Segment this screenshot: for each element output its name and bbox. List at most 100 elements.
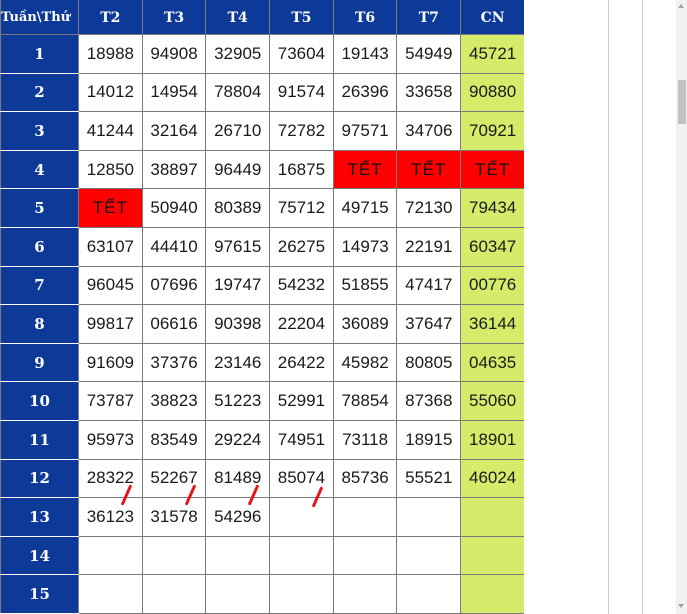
result-cell: 37376 <box>141 342 207 383</box>
result-cell: 55521 <box>396 458 462 499</box>
result-cell: 85736 <box>332 458 398 499</box>
result-cell: 37647 <box>396 304 462 344</box>
sunday-result-cell: 90880 <box>460 72 526 113</box>
table-header-row: Tuần\Thứ T2 T3 T4 T5 T6 T7 CN <box>0 0 526 35</box>
right-blank-pane <box>524 0 687 614</box>
table-row: 4 12850 38897 96449 16875 TẾT TẾT TẾT <box>0 149 526 190</box>
result-cell: 22204 <box>269 304 334 344</box>
result-cell: 26396 <box>332 72 398 113</box>
result-cell: 85074 <box>269 458 334 499</box>
result-cell: 91609 <box>78 342 143 383</box>
pane-divider <box>642 0 643 614</box>
result-cell: 45982 <box>332 342 398 383</box>
result-cell: 94908 <box>141 34 207 74</box>
result-cell: 78854 <box>332 381 398 421</box>
week-number: 14 <box>0 535 79 576</box>
result-cell: 54232 <box>269 265 334 306</box>
result-cell: 54296 <box>205 497 271 537</box>
result-cell: 52267 <box>141 458 207 499</box>
week-number: 11 <box>0 419 79 460</box>
table-row: 3 41244 32164 26710 72782 97571 34706 70921 <box>0 111 526 151</box>
vertical-scrollbar[interactable] <box>676 0 687 614</box>
sunday-result-cell: 04635 <box>460 342 526 383</box>
scroll-up-button[interactable] <box>676 0 687 10</box>
result-cell: 51223 <box>205 381 271 421</box>
result-cell <box>205 574 271 614</box>
result-cell: 50940 <box>141 188 207 228</box>
week-number: 2 <box>0 72 79 113</box>
result-cell <box>269 535 334 576</box>
header-t7: T7 <box>396 0 462 35</box>
week-number: 9 <box>0 342 79 383</box>
scroll-down-button[interactable] <box>676 600 687 614</box>
result-cell: 72130 <box>396 188 462 228</box>
table-row: 8 99817 06616 90398 22204 36089 37647 36144 <box>0 304 526 344</box>
arrow-down-icon <box>678 604 684 608</box>
holiday-cell: TẾT <box>460 149 526 190</box>
header-t6: T6 <box>332 0 398 35</box>
sunday-result-cell: 70921 <box>460 111 526 151</box>
result-cell: 33658 <box>396 72 462 113</box>
result-cell: 29224 <box>205 419 271 460</box>
result-cell: 73118 <box>332 419 398 460</box>
week-number: 3 <box>0 111 79 151</box>
result-cell <box>141 535 207 576</box>
scroll-thumb[interactable] <box>678 80 686 124</box>
result-cell <box>332 497 398 537</box>
sunday-result-cell: 60347 <box>460 226 526 267</box>
table-row: 7 96045 07696 19747 54232 51855 47417 00776 <box>0 265 526 306</box>
result-cell: 97615 <box>205 226 271 267</box>
result-cell: 80389 <box>205 188 271 228</box>
table-body: 1 18988 94908 32905 73604 19143 54949 45721 2 140… <box>0 34 526 614</box>
results-table: Tuần\Thứ T2 T3 T4 T5 T6 T7 CN 1 18988 9490… <box>0 0 526 614</box>
table-row: 14 <box>0 535 526 576</box>
holiday-cell: TẾT <box>78 188 143 228</box>
result-cell: 18915 <box>396 419 462 460</box>
week-number: 15 <box>0 574 79 614</box>
table-row: 5 TẾT 50940 80389 75712 49715 72130 79434 <box>0 188 526 228</box>
result-cell: 26710 <box>205 111 271 151</box>
result-cell: 31578 <box>141 497 207 537</box>
result-cell: 52991 <box>269 381 334 421</box>
result-cell: 99817 <box>78 304 143 344</box>
result-cell <box>269 574 334 614</box>
result-cell: 54949 <box>396 34 462 74</box>
results-viewport: Tuần\Thứ T2 T3 T4 T5 T6 T7 CN 1 18988 9490… <box>0 0 687 614</box>
header-t4: T4 <box>205 0 271 35</box>
result-cell: 07696 <box>141 265 207 306</box>
week-number: 4 <box>0 149 79 190</box>
table-row: 11 95973 83549 29224 74951 73118 18915 18901 <box>0 419 526 460</box>
result-cell: 63107 <box>78 226 143 267</box>
result-cell: 22191 <box>396 226 462 267</box>
result-cell: 16875 <box>269 149 334 190</box>
result-cell: 49715 <box>332 188 398 228</box>
result-cell <box>396 497 462 537</box>
week-number: 5 <box>0 188 79 228</box>
result-cell <box>269 497 334 537</box>
result-cell: 90398 <box>205 304 271 344</box>
result-cell: 41244 <box>78 111 143 151</box>
result-cell: 95973 <box>78 419 143 460</box>
arrow-up-icon <box>678 4 684 8</box>
sunday-result-cell <box>460 574 526 614</box>
header-t2: T2 <box>78 0 143 35</box>
result-cell: 72782 <box>269 111 334 151</box>
result-cell: 12850 <box>78 149 143 190</box>
week-number: 10 <box>0 381 79 421</box>
result-cell: 47417 <box>396 265 462 306</box>
result-cell <box>396 574 462 614</box>
result-cell <box>332 535 398 576</box>
week-number: 8 <box>0 304 79 344</box>
header-t3: T3 <box>141 0 207 35</box>
result-cell <box>396 535 462 576</box>
week-number: 12 <box>0 458 79 499</box>
table-row: 12 28322 52267 81489 85074 85736 55521 46024 <box>0 458 526 499</box>
result-cell: 96045 <box>78 265 143 306</box>
result-cell: 38897 <box>141 149 207 190</box>
result-cell <box>205 535 271 576</box>
result-cell: 14954 <box>141 72 207 113</box>
table-row: 2 14012 14954 78804 91574 26396 33658 90880 <box>0 72 526 113</box>
result-cell: 14973 <box>332 226 398 267</box>
result-cell: 28322 <box>78 458 143 499</box>
result-cell: 81489 <box>205 458 271 499</box>
